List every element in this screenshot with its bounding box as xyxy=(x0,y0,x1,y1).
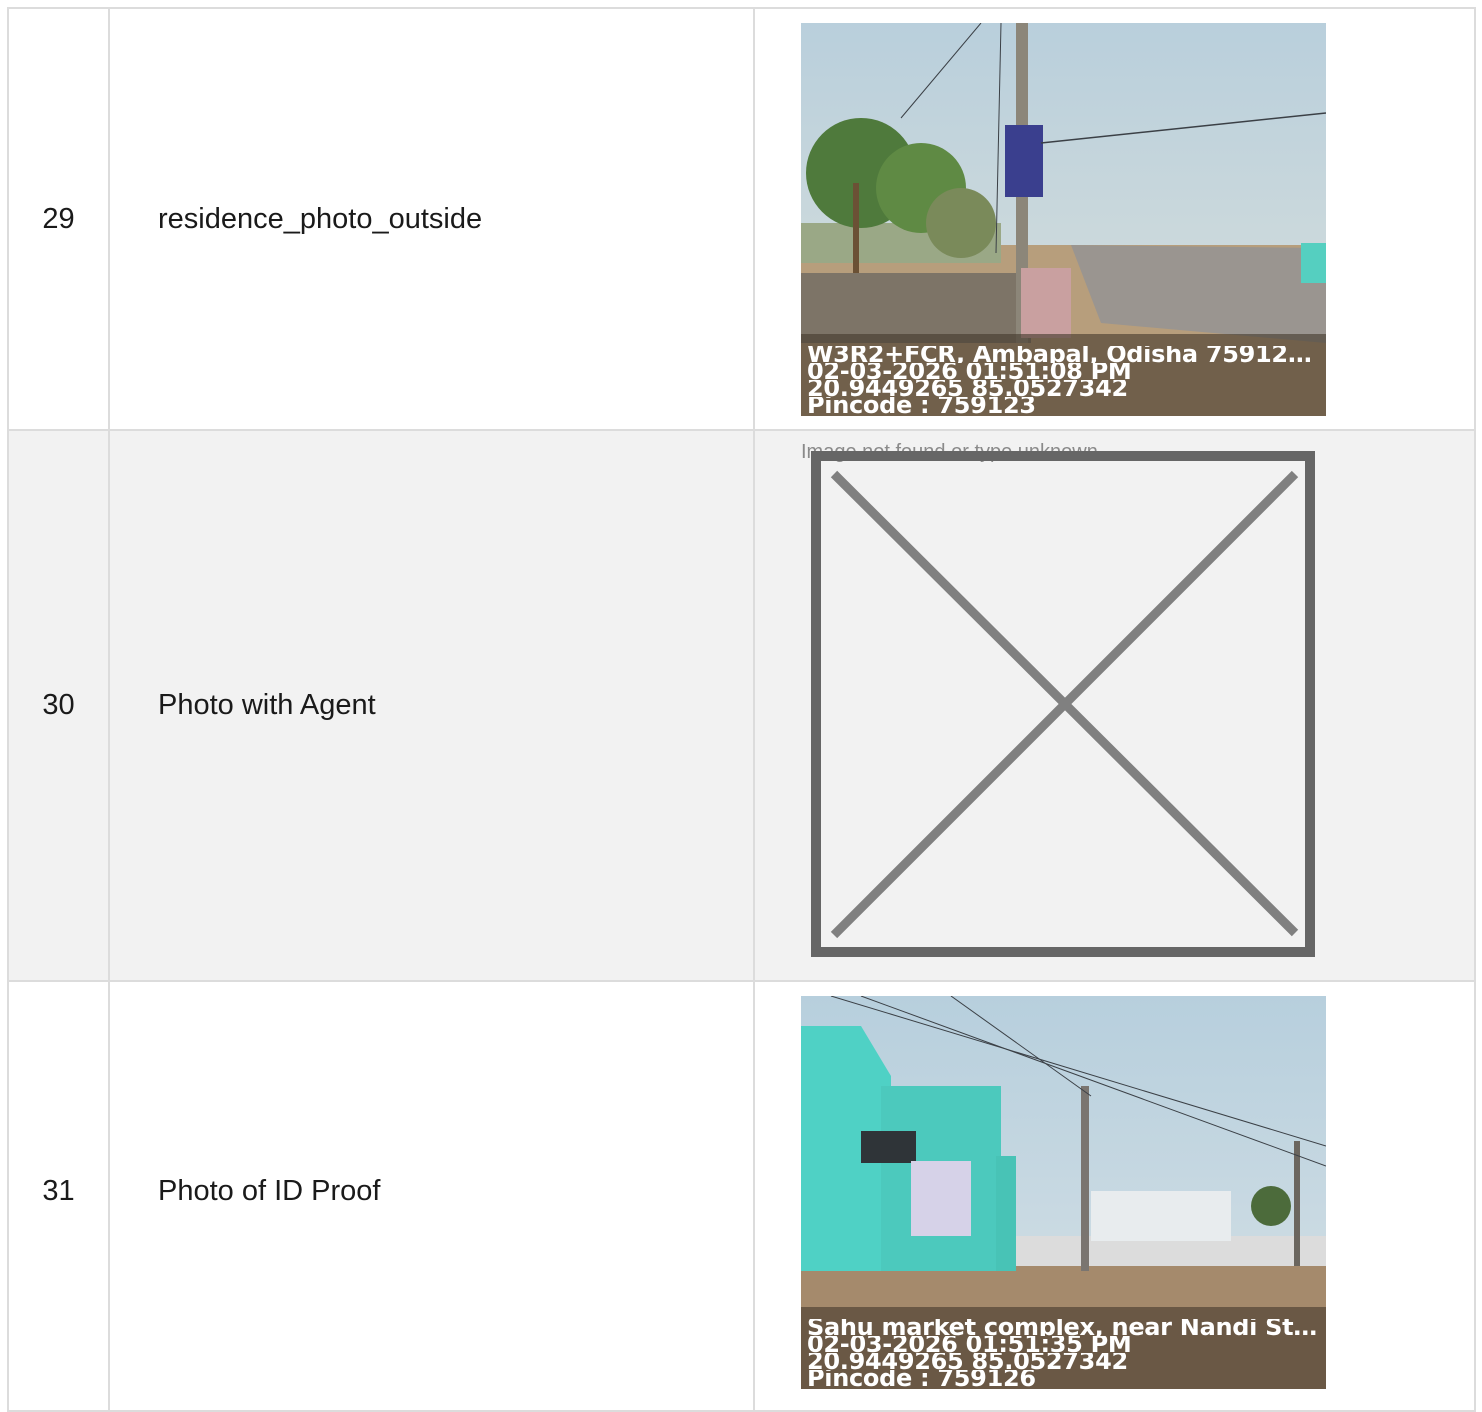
broken-image-placeholder[interactable]: Image not found or type unknown xyxy=(801,441,1326,961)
stamp-datetime: 02-03-2026 01:51:35 PM xyxy=(807,1336,1132,1353)
table-row: 29 residence_photo_outside W3R2+FCR, Amb… xyxy=(7,7,1476,431)
row-number: 29 xyxy=(7,7,110,431)
photo-cell: Image not found or type unknown xyxy=(753,429,1476,982)
document-table: 29 residence_photo_outside W3R2+FCR, Amb… xyxy=(7,7,1476,1412)
stamp-address: Sahu market complex, near Nandi Statue, … xyxy=(807,1319,1322,1336)
geo-stamp: Sahu market complex, near Nandi Statue, … xyxy=(807,1319,1322,1387)
row-label: residence_photo_outside xyxy=(108,7,755,431)
stamp-coordinates: 20.9449265 85.0527342 xyxy=(807,1353,1128,1370)
table-row: 30 Photo with Agent Image not found or t… xyxy=(7,429,1476,982)
stamp-pincode: Pincode : 759126 xyxy=(807,1370,1036,1387)
stamp-address: W3R2+FCR, Ambapal, Odisha 759123, India xyxy=(807,345,1322,363)
row-label: Photo of ID Proof xyxy=(108,980,755,1412)
geo-stamp: W3R2+FCR, Ambapal, Odisha 759123, India … xyxy=(807,346,1322,414)
row-number: 30 xyxy=(7,429,110,982)
stamp-pincode: Pincode : 759123 xyxy=(807,396,1036,414)
row-label: Photo with Agent xyxy=(108,429,755,982)
photo-cell: W3R2+FCR, Ambapal, Odisha 759123, India … xyxy=(753,7,1476,431)
photo-cell: Sahu market complex, near Nandi Statue, … xyxy=(753,980,1476,1412)
stamp-datetime: 02-03-2026 01:51:08 PM xyxy=(807,362,1132,380)
broken-image-icon xyxy=(811,450,1315,957)
stamp-coordinates: 20.9449265 85.0527342 xyxy=(807,379,1128,397)
table-row: 31 Photo of ID Proof Sahu market complex… xyxy=(7,980,1476,1412)
row-number: 31 xyxy=(7,980,110,1412)
residence-photo[interactable]: W3R2+FCR, Ambapal, Odisha 759123, India … xyxy=(801,22,1326,416)
id-proof-photo[interactable]: Sahu market complex, near Nandi Statue, … xyxy=(801,996,1326,1389)
